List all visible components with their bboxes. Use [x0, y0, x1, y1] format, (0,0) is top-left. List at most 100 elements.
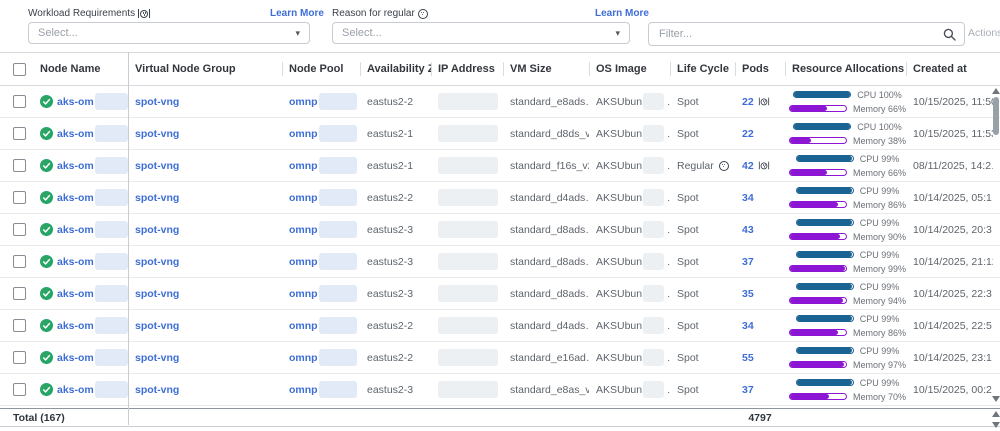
pods-link[interactable]: 43	[742, 224, 754, 236]
table-row[interactable]: aks-om spot-vng omnp eastus2-2 standard_…	[0, 182, 1000, 214]
virtual-node-group-link[interactable]: spot-vng	[135, 384, 179, 396]
reason-learn-more-link[interactable]: Learn More	[595, 8, 649, 19]
table-row[interactable]: aks-om spot-vng omnp eastus2-1 standard_…	[0, 150, 1000, 182]
virtual-node-group-link[interactable]: spot-vng	[135, 160, 179, 172]
table-row[interactable]: aks-om spot-vng omnp eastus2-2 standard_…	[0, 86, 1000, 118]
node-name-link[interactable]: aks-om	[57, 160, 94, 172]
redacted-node-pool	[319, 221, 357, 238]
column-header-life-cycle[interactable]: Life Cycle	[670, 53, 735, 85]
pods-link[interactable]: 42	[742, 160, 754, 172]
node-pool-link[interactable]: omnp	[289, 320, 318, 332]
node-pool-link[interactable]: omnp	[289, 288, 318, 300]
node-pool-link[interactable]: omnp	[289, 192, 318, 204]
memory-bar	[789, 201, 847, 208]
node-name-link[interactable]: aks-om	[57, 96, 94, 108]
pods-link[interactable]: 34	[742, 320, 754, 332]
table-row[interactable]: aks-om spot-vng omnp eastus2-2 standard_…	[0, 342, 1000, 374]
footer-scroll-down-icon[interactable]	[992, 422, 1000, 428]
pods-link[interactable]: 37	[742, 384, 754, 396]
row-checkbox[interactable]	[13, 191, 26, 204]
node-name-link[interactable]: aks-om	[57, 320, 94, 332]
os-image-cell: AKSUbun .	[589, 310, 670, 341]
virtual-node-group-link[interactable]: spot-vng	[135, 224, 179, 236]
node-pool-link[interactable]: omnp	[289, 352, 318, 364]
node-name-link[interactable]: aks-om	[57, 128, 94, 140]
select-all-checkbox[interactable]	[13, 63, 26, 76]
node-name-link[interactable]: aks-om	[57, 288, 94, 300]
table-row[interactable]: aks-om spot-vng omnp eastus2-3 standard_…	[0, 374, 1000, 406]
reason-for-regular-select[interactable]: Select... ▾	[332, 22, 630, 44]
workload-requirements-select[interactable]: Select... ▾	[28, 22, 310, 44]
vertical-scrollbar[interactable]	[992, 86, 1000, 406]
column-header-availability-zone[interactable]: Availability Zone	[360, 53, 431, 85]
column-header-vm-size[interactable]: VM Size	[503, 53, 589, 85]
column-header-pods[interactable]: Pods	[735, 53, 785, 85]
column-header-created-at[interactable]: Created at	[906, 53, 993, 85]
scrollbar-thumb[interactable]	[993, 97, 999, 135]
row-checkbox[interactable]	[13, 127, 26, 140]
cpu-bar	[796, 347, 854, 354]
pods-link[interactable]: 34	[742, 192, 754, 204]
node-pool-link[interactable]: omnp	[289, 224, 318, 236]
virtual-node-group-link[interactable]: spot-vng	[135, 288, 179, 300]
row-checkbox[interactable]	[13, 351, 26, 364]
redacted-node-pool	[319, 349, 357, 366]
node-name-link[interactable]: aks-om	[57, 192, 94, 204]
node-name-cell: aks-om	[40, 278, 128, 309]
pods-link[interactable]: 22	[742, 128, 754, 140]
table-row[interactable]: aks-om spot-vng omnp eastus2-1 standard_…	[0, 118, 1000, 150]
row-checkbox[interactable]	[13, 223, 26, 236]
row-checkbox[interactable]	[13, 255, 26, 268]
vm-size-cell: standard_e8ads…	[503, 86, 589, 117]
row-checkbox[interactable]	[13, 159, 26, 172]
row-checkbox[interactable]	[13, 95, 26, 108]
column-header-os-image[interactable]: OS Image	[589, 53, 670, 85]
column-header-ip-address[interactable]: IP Address	[431, 53, 503, 85]
node-name-link[interactable]: aks-om	[57, 224, 94, 236]
node-pool-link[interactable]: omnp	[289, 256, 318, 268]
pods-link[interactable]: 37	[742, 256, 754, 268]
os-image-value: AKSUbun	[596, 224, 642, 236]
node-name-link[interactable]: aks-om	[57, 256, 94, 268]
table-row[interactable]: aks-om spot-vng omnp eastus2-2 standard_…	[0, 310, 1000, 342]
vm-size-cell: standard_d4ads…	[503, 182, 589, 213]
virtual-node-group-link[interactable]: spot-vng	[135, 128, 179, 140]
pods-total: 4797	[735, 412, 785, 424]
node-pool-link[interactable]: omnp	[289, 160, 318, 172]
scroll-down-icon[interactable]	[992, 396, 1000, 402]
table-row[interactable]: aks-om spot-vng omnp eastus2-3 standard_…	[0, 278, 1000, 310]
resource-allocations-cell: CPU 99% Memory 70%	[785, 374, 906, 405]
pods-link[interactable]: 35	[742, 288, 754, 300]
table-row[interactable]: aks-om spot-vng omnp eastus2-3 standard_…	[0, 246, 1000, 278]
node-pool-link[interactable]: omnp	[289, 384, 318, 396]
column-header-node-name[interactable]: Node Name	[40, 53, 128, 85]
os-image-value: AKSUbun	[596, 352, 642, 364]
row-checkbox[interactable]	[13, 383, 26, 396]
row-checkbox[interactable]	[13, 319, 26, 332]
search-icon[interactable]	[943, 28, 956, 41]
row-checkbox[interactable]	[13, 287, 26, 300]
virtual-node-group-link[interactable]: spot-vng	[135, 256, 179, 268]
column-header-node-pool[interactable]: Node Pool	[282, 53, 360, 85]
os-image-cell: AKSUbun .	[589, 214, 670, 245]
actions-button[interactable]: Actions	[968, 27, 1000, 39]
resource-allocations-cell: CPU 99% Memory 86%	[785, 310, 906, 341]
node-pool-link[interactable]: omnp	[289, 128, 318, 140]
virtual-node-group-link[interactable]: spot-vng	[135, 192, 179, 204]
pods-link[interactable]: 55	[742, 352, 754, 364]
virtual-node-group-link[interactable]: spot-vng	[135, 96, 179, 108]
virtual-node-group-link[interactable]: spot-vng	[135, 320, 179, 332]
node-pool-link[interactable]: omnp	[289, 96, 318, 108]
pods-link[interactable]: 22	[742, 96, 754, 108]
column-header-virtual-node-group[interactable]: Virtual Node Group	[128, 53, 282, 85]
virtual-node-group-link[interactable]: spot-vng	[135, 352, 179, 364]
node-name-link[interactable]: aks-om	[57, 352, 94, 364]
scroll-up-icon[interactable]	[992, 88, 1000, 94]
redacted-node-pool	[319, 93, 357, 110]
column-header-resource-allocations[interactable]: Resource Allocations ↓≡	[785, 53, 906, 85]
table-row[interactable]: aks-om spot-vng omnp eastus2-3 standard_…	[0, 214, 1000, 246]
filter-input[interactable]	[657, 27, 943, 41]
footer-scroll-up-icon[interactable]	[992, 411, 1000, 417]
workload-learn-more-link[interactable]: Learn More	[270, 8, 324, 19]
node-name-link[interactable]: aks-om	[57, 384, 94, 396]
